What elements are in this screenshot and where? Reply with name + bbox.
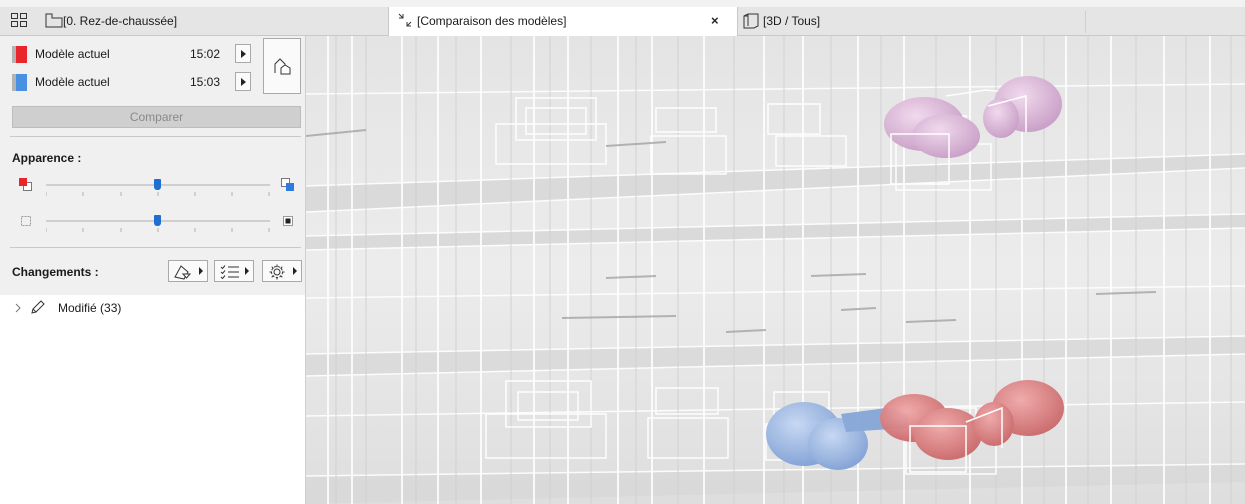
swap-models-button[interactable] <box>263 38 301 94</box>
new-model-color-swatch <box>12 74 27 91</box>
close-tab-button[interactable]: × <box>711 13 719 28</box>
chevron-right-icon[interactable] <box>14 302 22 316</box>
tab-model-comparison[interactable]: [Comparaison des modèles] × <box>388 7 738 36</box>
transparency-slider-thumb[interactable] <box>154 215 161 226</box>
tab-model-comparison-label: [Comparaison des modèles] <box>417 14 567 28</box>
old-model-color-swatch <box>12 46 27 63</box>
old-model-menu-button[interactable] <box>235 44 251 63</box>
tab-3d-view-label: [3D / Tous] <box>763 14 821 28</box>
compare-button[interactable]: Comparer <box>12 106 301 128</box>
compare-arrows-icon <box>397 12 413 27</box>
opaque-square-icon <box>281 214 295 231</box>
transparent-square-icon <box>19 214 33 231</box>
red-model-overlay-icon <box>18 177 34 196</box>
settings-button[interactable] <box>262 260 302 282</box>
transparency-slider-ticks <box>46 228 270 232</box>
model-comparison-palette: Modèle actuel 15:02 Modèle actuel 15:03 … <box>0 36 306 504</box>
tree-item-modified[interactable]: Modifié (33) <box>14 298 214 318</box>
changes-tree: Modifié (33) <box>0 295 305 504</box>
divider <box>10 247 301 248</box>
3d-model-viewport[interactable] <box>306 36 1245 504</box>
new-model-menu-button[interactable] <box>235 72 251 91</box>
change-list-options-button[interactable] <box>214 260 254 282</box>
divider <box>10 136 301 137</box>
tab-separator <box>1085 11 1086 33</box>
tree-item-modified-label: Modifié (33) <box>58 301 122 315</box>
blue-model-overlay-icon <box>280 177 296 196</box>
old-model-name: Modèle actuel <box>35 47 110 61</box>
layout-grid-icon[interactable] <box>11 13 27 27</box>
new-model-name: Modèle actuel <box>35 75 110 89</box>
3d-cube-icon <box>742 13 759 29</box>
building-wireframe <box>306 36 1245 504</box>
element-type-filter-button[interactable] <box>168 260 208 282</box>
gear-icon <box>268 263 286 284</box>
element-filter-icon <box>173 263 193 284</box>
color-balance-slider-thumb[interactable] <box>154 179 161 190</box>
floor-plan-icon <box>45 13 63 28</box>
model-row-old: Modèle actuel 15:02 <box>10 44 251 66</box>
model-row-new: Modèle actuel 15:03 <box>10 72 251 94</box>
color-balance-slider-ticks <box>46 192 270 196</box>
new-model-time: 15:03 <box>190 75 221 89</box>
appearance-title: Apparence : <box>12 151 82 165</box>
old-model-time: 15:02 <box>190 47 221 61</box>
view-tab-bar: [0. Rez-de-chaussée] [Comparaison des mo… <box>0 7 1245 36</box>
checklist-icon <box>220 264 240 283</box>
pencil-icon <box>30 299 46 318</box>
tab-floor-plan-label: [0. Rez-de-chaussée] <box>63 14 178 28</box>
changes-title: Changements : <box>12 265 99 279</box>
swap-models-icon <box>273 57 293 78</box>
